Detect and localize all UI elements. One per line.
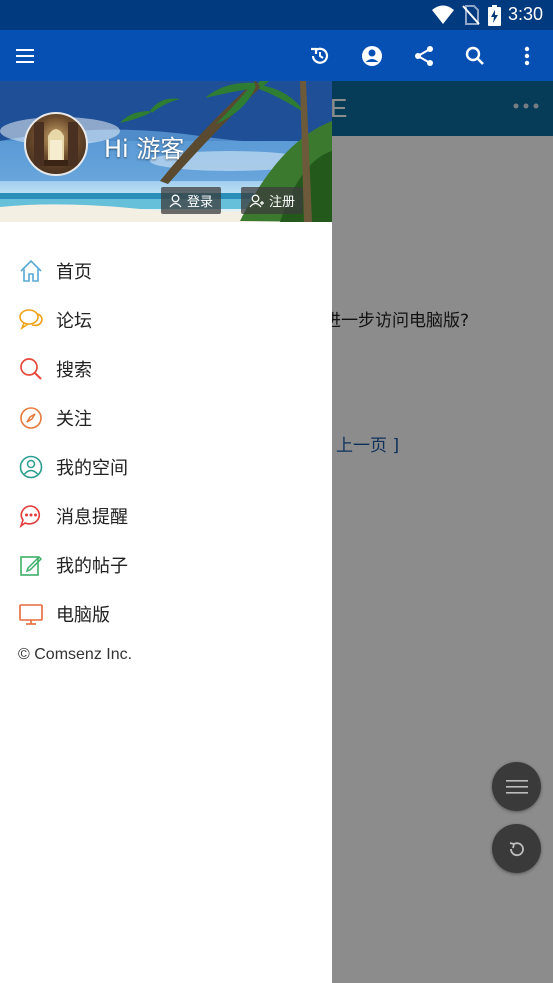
- menu-item-label: 关注: [56, 409, 92, 430]
- history-icon: [311, 47, 329, 64]
- chat-bubbles-icon: [19, 309, 43, 331]
- menu-item-label: 消息提醒: [56, 507, 128, 528]
- menu-item-home[interactable]: 首页: [0, 248, 332, 292]
- message-icon: [19, 505, 41, 529]
- desktop-icon: [19, 604, 43, 625]
- app-bar: [0, 30, 553, 81]
- refresh-fab[interactable]: [492, 824, 541, 873]
- login-label: 登录: [187, 195, 214, 210]
- menu-item-my-space[interactable]: 我的空间: [0, 444, 332, 488]
- search-icon: [20, 358, 42, 380]
- avatar[interactable]: [24, 112, 88, 176]
- menu-item-notifications[interactable]: 消息提醒: [0, 493, 332, 537]
- menu-item-desktop[interactable]: 电脑版: [0, 591, 332, 635]
- refresh-icon: [509, 841, 524, 856]
- battery-charging-icon: [488, 5, 501, 26]
- history-button[interactable]: [302, 38, 338, 74]
- menu-item-label: 首页: [56, 262, 92, 283]
- menu-item-label: 我的帖子: [56, 556, 128, 577]
- menu-item-label: 我的空间: [56, 458, 128, 479]
- menu-button[interactable]: [8, 38, 44, 74]
- edit-icon: [20, 555, 43, 576]
- status-bar: 3:30: [0, 0, 553, 30]
- navigation-drawer: Hi 游客 登录 注册 首页 论坛 搜索 关注 我的空间 消息提醒 我的帖子 电…: [0, 81, 332, 983]
- account-button[interactable]: [354, 38, 390, 74]
- clock: 3:30: [507, 4, 543, 24]
- login-button[interactable]: 登录: [161, 187, 222, 214]
- no-sim-icon: [462, 5, 480, 25]
- menu-item-label: 电脑版: [56, 605, 110, 626]
- account-circle-icon: [362, 46, 382, 66]
- search-icon: [465, 46, 484, 65]
- hamburger-icon: [16, 49, 34, 63]
- menu-fab[interactable]: [492, 762, 541, 811]
- greeting-text: Hi 游客: [104, 135, 185, 163]
- overflow-menu-button[interactable]: [509, 38, 545, 74]
- menu-item-label: 搜索: [56, 360, 92, 381]
- menu-item-search[interactable]: 搜索: [0, 346, 332, 390]
- home-icon: [20, 259, 42, 282]
- copyright-text: © Comsenz Inc.: [18, 646, 133, 663]
- compass-icon: [20, 407, 42, 429]
- user-circle-icon: [19, 455, 43, 479]
- user-add-icon: [249, 194, 264, 207]
- register-label: 注册: [269, 195, 296, 210]
- menu-item-my-posts[interactable]: 我的帖子: [0, 542, 332, 586]
- menu-item-forum[interactable]: 论坛: [0, 297, 332, 341]
- search-button[interactable]: [457, 38, 493, 74]
- menu-item-label: 论坛: [56, 311, 92, 332]
- library-photo: [34, 122, 78, 166]
- more-vert-icon: [524, 46, 530, 66]
- wifi-icon: [432, 5, 454, 24]
- user-icon: [169, 194, 182, 207]
- share-icon: [415, 46, 433, 66]
- register-button[interactable]: 注册: [241, 187, 304, 214]
- list-icon: [505, 779, 528, 794]
- drawer-header: Hi 游客 登录 注册: [0, 81, 332, 222]
- share-button[interactable]: [406, 38, 442, 74]
- menu-item-follow[interactable]: 关注: [0, 395, 332, 439]
